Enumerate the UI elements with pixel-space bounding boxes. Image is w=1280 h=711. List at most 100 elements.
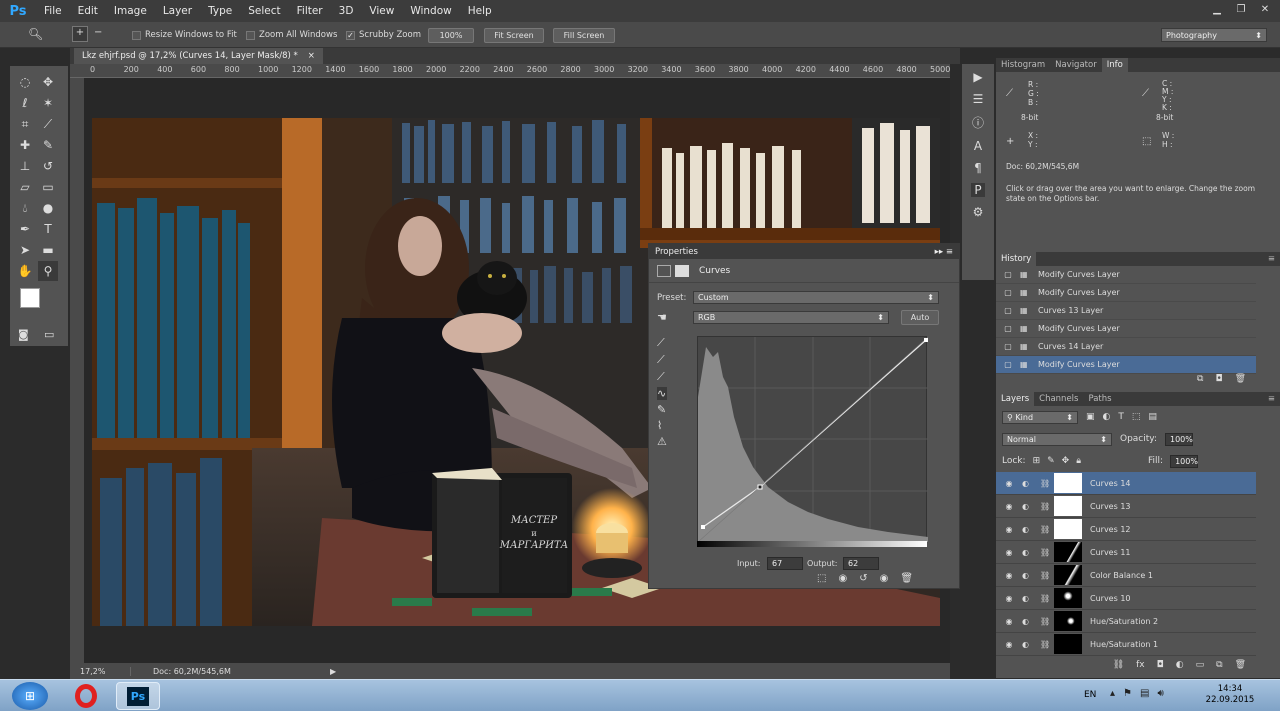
auto-button[interactable]: Auto xyxy=(901,310,939,325)
layer-row[interactable]: ◉ ◐ ⛓ Curves 10 xyxy=(996,587,1256,610)
filter-adjustment-icon[interactable]: ◐ xyxy=(1103,412,1111,422)
tab-histogram[interactable]: Histogram xyxy=(996,58,1050,72)
network-icon[interactable]: ▤ xyxy=(1140,688,1149,699)
move-tool-icon[interactable]: ✥ xyxy=(38,72,58,92)
channel-select[interactable]: RGB ⬍ xyxy=(693,311,889,324)
visibility-eye-icon[interactable]: ◉ xyxy=(996,479,1022,488)
history-brush-icon[interactable]: ↺ xyxy=(38,156,58,176)
filter-type-icon[interactable]: T xyxy=(1118,412,1124,422)
visibility-eye-icon[interactable]: ◉ xyxy=(996,617,1022,626)
marquee-tool-icon[interactable]: ◌ xyxy=(15,72,35,92)
language-indicator[interactable]: EN xyxy=(1084,690,1096,700)
menu-type[interactable]: Type xyxy=(200,0,240,22)
menu-image[interactable]: Image xyxy=(106,0,155,22)
input-field[interactable]: 67 xyxy=(767,557,803,570)
gradient-tool-icon[interactable]: ▭ xyxy=(38,177,58,197)
layer-row[interactable]: ◉ ◐ ⛓ Curves 12 xyxy=(996,518,1256,541)
layer-row[interactable]: ◉ ◐ ⛓ Curves 14 xyxy=(996,472,1256,495)
delete-adjustment-icon[interactable]: 🗑︎ xyxy=(900,573,913,584)
filter-kind-select[interactable]: ⚲ Kind ⬍ xyxy=(1002,410,1078,424)
visibility-eye-icon[interactable]: ◉ xyxy=(996,525,1022,534)
visibility-eye-icon[interactable]: ◉ xyxy=(996,640,1022,649)
new-layer-icon[interactable]: ⧉ xyxy=(1216,660,1222,676)
reset-icon[interactable]: ↺ xyxy=(859,573,867,584)
menu-view[interactable]: View xyxy=(361,0,402,22)
white-point-eyedropper-icon[interactable]: ⟋ xyxy=(657,370,667,384)
visibility-eye-icon[interactable]: ◉ xyxy=(996,571,1022,580)
layer-mask-icon[interactable] xyxy=(675,264,689,277)
panel-menu-icon[interactable]: ▸▸ ≡ xyxy=(935,247,959,257)
zoom-100-button[interactable]: 100% xyxy=(428,28,474,43)
filter-pixel-icon[interactable]: ▣ xyxy=(1086,412,1095,422)
visibility-eye-icon[interactable]: ◉ xyxy=(996,502,1022,511)
tab-paths[interactable]: Paths xyxy=(1083,392,1116,406)
zoom-in-icon[interactable]: + xyxy=(72,26,88,42)
tab-history[interactable]: History xyxy=(996,252,1037,266)
new-group-icon[interactable]: ▭ xyxy=(1196,660,1205,676)
opera-taskbar-icon[interactable] xyxy=(64,682,108,710)
tab-channels[interactable]: Channels xyxy=(1034,392,1083,406)
blur-tool-icon[interactable]: 💧︎ xyxy=(15,198,35,218)
clip-to-layer-icon[interactable]: ⬚ xyxy=(817,573,826,584)
fit-screen-button[interactable]: Fit Screen xyxy=(484,28,544,43)
clipping-warning-icon[interactable]: ⚠ xyxy=(657,435,667,448)
history-menu-icon[interactable]: ≡ xyxy=(1263,252,1280,266)
history-item[interactable]: ▢ ▦ Modify Curves Layer xyxy=(996,266,1256,284)
fx-icon[interactable]: fx xyxy=(1136,660,1145,676)
new-adjustment-icon[interactable]: ◐ xyxy=(1176,660,1184,676)
minimize-button[interactable]: ▁ xyxy=(1206,2,1228,16)
workspace-select[interactable]: Photography ⬍ xyxy=(1161,28,1267,42)
tab-navigator[interactable]: Navigator xyxy=(1050,58,1102,72)
close-tab-icon[interactable]: × xyxy=(308,51,315,61)
menu-filter[interactable]: Filter xyxy=(289,0,331,22)
layer-row[interactable]: ◉ ◐ ⛓ Curves 13 xyxy=(996,495,1256,518)
paths-icon[interactable]: P xyxy=(971,183,985,197)
action-center-icon[interactable]: ⚑ xyxy=(1123,688,1132,699)
history-item[interactable]: ▢ ▦ Curves 14 Layer xyxy=(996,338,1256,356)
start-button[interactable]: ⊞ xyxy=(12,682,48,710)
brush-tool-icon[interactable]: ✎ xyxy=(38,135,58,155)
history-item[interactable]: ▢ ▦ Curves 13 Layer xyxy=(996,302,1256,320)
history-item[interactable]: ▢ ▦ Modify Curves Layer xyxy=(996,284,1256,302)
visibility-eye-icon[interactable]: ◉ xyxy=(996,594,1022,603)
eraser-tool-icon[interactable]: ▱ xyxy=(15,177,35,197)
zoom-level[interactable]: 17,2% xyxy=(70,667,130,676)
lock-all-icon[interactable]: 🔒︎ xyxy=(1076,456,1081,466)
delete-layer-icon[interactable]: 🗑︎ xyxy=(1235,660,1246,676)
lasso-tool-icon[interactable]: ℓ xyxy=(15,93,35,113)
curves-adjustment-icon[interactable] xyxy=(657,264,671,277)
preset-select[interactable]: Custom ⬍ xyxy=(693,291,939,304)
pen-tool-icon[interactable]: ✒ xyxy=(15,219,35,239)
hand-tool-icon[interactable]: ✋ xyxy=(15,261,35,281)
new-document-from-state-icon[interactable]: ⧉ xyxy=(1197,374,1203,390)
black-point-eyedropper-icon[interactable]: ⟋ xyxy=(657,336,667,350)
gray-point-eyedropper-icon[interactable]: ⟋ xyxy=(657,353,667,367)
fill-screen-button[interactable]: Fill Screen xyxy=(553,28,615,43)
view-previous-icon[interactable]: ◉ xyxy=(838,573,847,584)
add-mask-icon[interactable]: ◘ xyxy=(1157,660,1164,676)
visibility-eye-icon[interactable]: ◉ xyxy=(996,548,1022,557)
layer-row[interactable]: ◉ ◐ ⛓ Curves 11 xyxy=(996,541,1256,564)
on-image-adjust-icon[interactable]: ☚ xyxy=(657,311,667,324)
history-item[interactable]: ▢ ▦ Modify Curves Layer xyxy=(996,320,1256,338)
delete-state-icon[interactable]: 🗑︎ xyxy=(1235,374,1246,390)
menu-3d[interactable]: 3D xyxy=(331,0,362,22)
healing-brush-icon[interactable]: ✚ xyxy=(15,135,35,155)
blend-mode-select[interactable]: Normal ⬍ xyxy=(1002,432,1112,446)
foreground-color-swatch[interactable] xyxy=(20,288,40,308)
path-select-icon[interactable]: ➤ xyxy=(15,240,35,260)
paragraph-icon[interactable]: ¶ xyxy=(974,161,982,175)
adjustments-icon[interactable]: ⚙ xyxy=(973,205,984,219)
visibility-toggle-icon[interactable]: ◉ xyxy=(880,573,889,584)
properties-icon[interactable]: ☰ xyxy=(973,92,984,106)
menu-file[interactable]: File xyxy=(36,0,70,22)
clone-stamp-icon[interactable]: ⊥ xyxy=(15,156,35,176)
opacity-field[interactable]: 100% xyxy=(1165,432,1193,446)
screen-mode-icon[interactable]: ▭ xyxy=(44,328,54,341)
menu-edit[interactable]: Edit xyxy=(70,0,106,22)
filter-smart-icon[interactable]: ▤ xyxy=(1148,412,1157,422)
menu-window[interactable]: Window xyxy=(402,0,459,22)
crop-tool-icon[interactable]: ⌗ xyxy=(15,114,35,134)
curve-edit-icon[interactable]: ∿ xyxy=(657,387,667,400)
tray-expand-icon[interactable]: ▴ xyxy=(1110,688,1115,699)
